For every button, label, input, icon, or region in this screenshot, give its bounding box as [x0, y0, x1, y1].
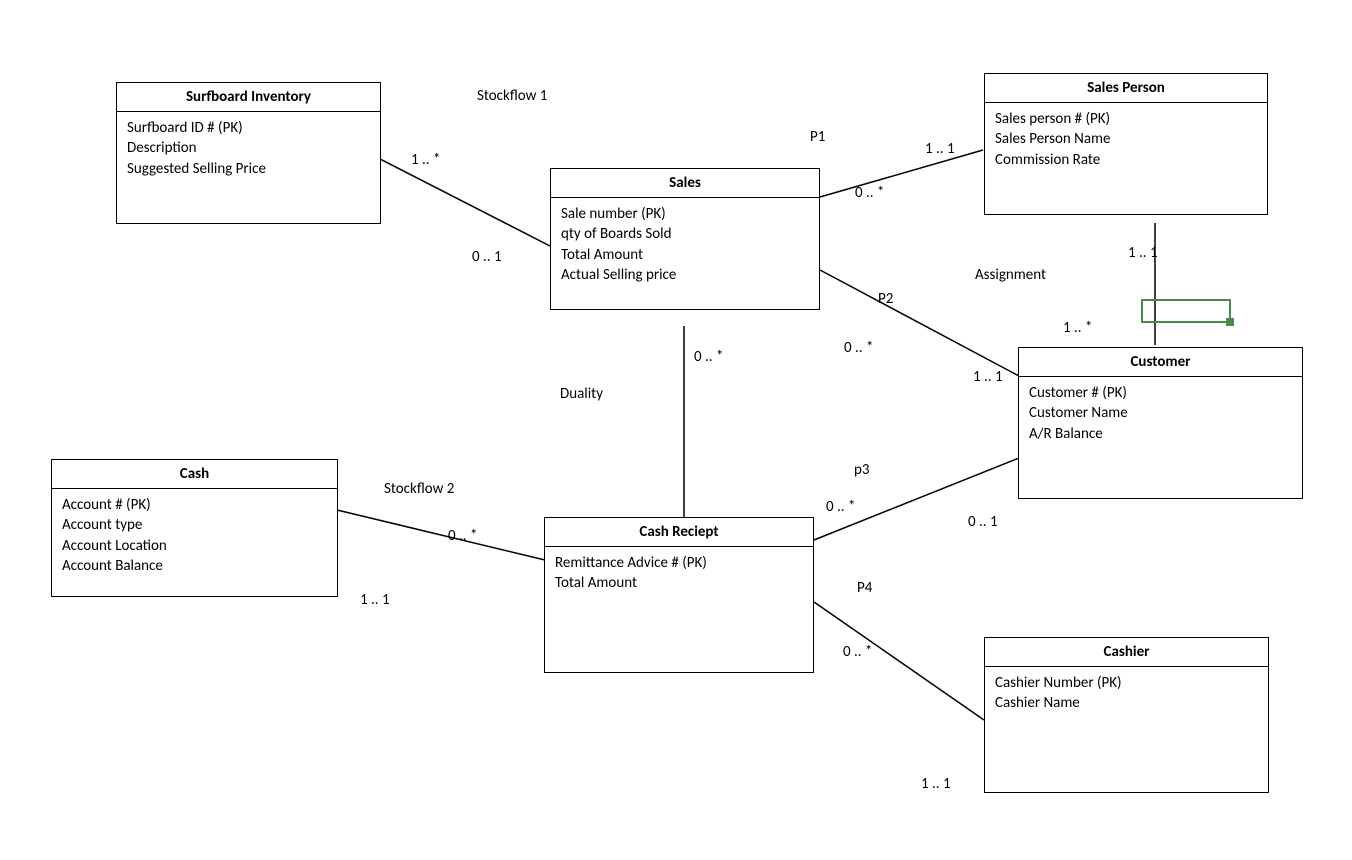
entity-title: Surfboard Inventory [117, 83, 380, 112]
label-p4: P4 [857, 579, 872, 597]
label-p1: P1 [810, 128, 825, 146]
entity-title: Sales [551, 169, 819, 198]
mult: 1 .. 1 [1128, 244, 1158, 262]
entity-cashier: Cashier Cashier Number (PK) Cashier Name [984, 637, 1269, 793]
mult: 0 .. 1 [968, 513, 998, 531]
entity-customer: Customer Customer # (PK) Customer Name A… [1018, 347, 1303, 499]
entity-title: Cashier [985, 638, 1268, 667]
entity-sales-person: Sales Person Sales person # (PK) Sales P… [984, 73, 1268, 215]
label-p2: P2 [878, 290, 893, 308]
mult: 0 .. * [843, 643, 872, 661]
mult: 1 .. 1 [925, 140, 955, 158]
entity-title: Cash Reciept [545, 518, 813, 547]
entity-attributes: Sales person # (PK) Sales Person Name Co… [985, 103, 1267, 214]
entity-attributes: Account # (PK) Account type Account Loca… [52, 489, 337, 596]
entity-title: Sales Person [985, 74, 1267, 103]
mult: 0 .. * [448, 527, 477, 545]
mult: 0 .. 1 [472, 248, 502, 266]
mult: 0 .. * [826, 498, 855, 516]
mult: 1 .. * [411, 151, 440, 169]
entity-attributes: Customer # (PK) Customer Name A/R Balanc… [1019, 377, 1302, 498]
mult: 0 .. * [855, 184, 884, 202]
entity-title: Customer [1019, 348, 1302, 377]
entity-cash-receipt: Cash Reciept Remittance Advice # (PK) To… [544, 517, 814, 673]
selection-box[interactable] [1141, 299, 1231, 323]
label-duality: Duality [560, 385, 603, 403]
mult: 1 .. 1 [973, 368, 1003, 386]
mult: 1 .. 1 [921, 775, 951, 793]
entity-surfboard-inventory: Surfboard Inventory Surfboard ID # (PK) … [116, 82, 381, 224]
resize-handle[interactable] [1226, 318, 1234, 326]
label-assignment: Assignment [975, 266, 1046, 284]
label-stockflow2: Stockflow 2 [384, 480, 454, 498]
label-p3: p3 [854, 461, 869, 479]
mult: 1 .. 1 [360, 591, 390, 609]
diagram-canvas: Surfboard Inventory Surfboard ID # (PK) … [0, 0, 1352, 860]
entity-attributes: Cashier Number (PK) Cashier Name [985, 667, 1268, 792]
label-stockflow1: Stockflow 1 [477, 87, 547, 105]
entity-title: Cash [52, 460, 337, 489]
mult: 0 .. * [694, 348, 723, 366]
entity-attributes: Surfboard ID # (PK) Description Suggeste… [117, 112, 380, 223]
entity-cash: Cash Account # (PK) Account type Account… [51, 459, 338, 597]
entity-attributes: Remittance Advice # (PK) Total Amount [545, 547, 813, 672]
mult: 1 .. * [1063, 319, 1092, 337]
mult: 0 .. * [844, 339, 873, 357]
entity-attributes: Sale number (PK) qty of Boards Sold Tota… [551, 198, 819, 309]
entity-sales: Sales Sale number (PK) qty of Boards Sol… [550, 168, 820, 310]
